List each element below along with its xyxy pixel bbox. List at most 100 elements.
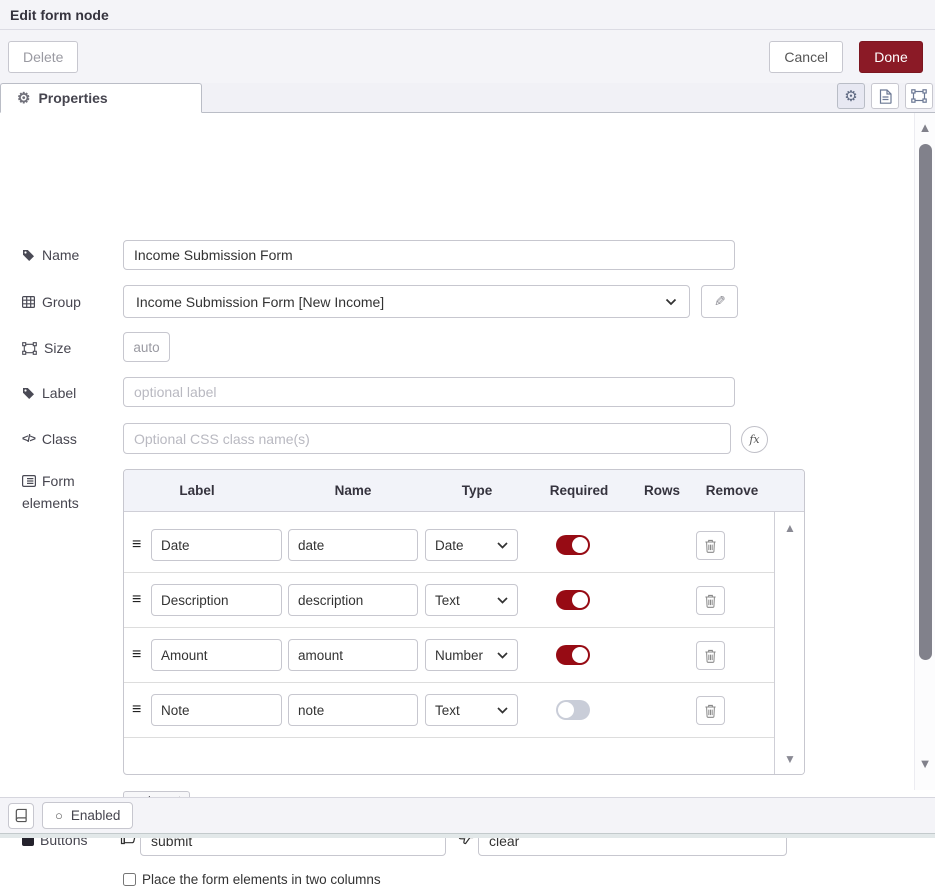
object-frame-icon	[911, 89, 927, 103]
form-elements-table: Label Name Type Required Rows Remove ≡ D…	[123, 469, 805, 775]
form-elements-body: ≡ Date	[124, 512, 804, 775]
cancel-button[interactable]: Cancel	[769, 41, 843, 73]
required-toggle[interactable]	[556, 590, 590, 610]
trash-icon	[704, 594, 717, 608]
properties-panel: Name Group Income Submission Form [New I…	[0, 113, 935, 790]
element-name-input[interactable]	[288, 639, 418, 671]
scroll-up-arrow[interactable]: ▲	[915, 121, 935, 134]
book-icon	[14, 808, 28, 823]
toggle-knob	[572, 592, 588, 608]
element-type-value: Text	[435, 703, 460, 718]
chevron-down-icon	[497, 652, 508, 659]
form-elements-field-label: Form elements	[22, 470, 94, 514]
delete-element-button[interactable]	[696, 586, 725, 615]
class-field-label: </> Class	[22, 431, 77, 447]
element-type-select[interactable]: Text	[425, 694, 518, 726]
col-header-remove: Remove	[706, 483, 759, 498]
status-circle-icon: ○	[55, 809, 63, 822]
drag-handle-icon[interactable]: ≡	[132, 592, 141, 608]
element-type-select[interactable]: Text	[425, 584, 518, 616]
form-elements-header: Label Name Type Required Rows Remove	[124, 470, 804, 512]
col-header-type: Type	[462, 483, 493, 498]
two-columns-checkbox[interactable]	[123, 873, 136, 886]
delete-element-button[interactable]	[696, 641, 725, 670]
footer-bar: ○ Enabled	[0, 797, 935, 834]
drag-handle-icon[interactable]: ≡	[132, 537, 141, 553]
name-field-label: Name	[22, 247, 79, 263]
trash-icon	[704, 539, 717, 553]
element-label-input[interactable]	[151, 529, 282, 561]
delete-button[interactable]: Delete	[8, 41, 78, 73]
delete-element-button[interactable]	[696, 696, 725, 725]
group-select-value: Income Submission Form [New Income]	[136, 294, 384, 310]
chevron-down-icon	[497, 707, 508, 714]
scroll-down-arrow[interactable]: ▼	[775, 753, 805, 765]
group-select[interactable]: Income Submission Form [New Income]	[123, 285, 690, 318]
group-label-text: Group	[42, 294, 81, 310]
element-label-input[interactable]	[151, 584, 282, 616]
col-header-required: Required	[550, 483, 609, 498]
element-name-input[interactable]	[288, 584, 418, 616]
form-element-row: ≡ Date	[124, 518, 776, 573]
node-help-button[interactable]	[8, 803, 34, 829]
pencil-icon: ✎	[714, 293, 726, 310]
size-button[interactable]: auto	[123, 332, 170, 362]
drag-handle-icon[interactable]: ≡	[132, 647, 141, 663]
name-label-text: Name	[42, 247, 79, 263]
tab-properties[interactable]: ⚙ Properties	[0, 83, 202, 113]
tag-icon	[22, 387, 35, 400]
element-type-value: Number	[435, 648, 483, 663]
drag-handle-icon[interactable]: ≡	[132, 702, 141, 718]
form-element-row: ≡ Text	[124, 573, 776, 628]
element-name-input[interactable]	[288, 694, 418, 726]
tab-icon-group: ⚙	[837, 83, 935, 112]
list-alt-icon	[22, 475, 36, 487]
col-header-label: Label	[179, 483, 214, 498]
tab-properties-label: Properties	[38, 90, 107, 106]
scroll-down-arrow[interactable]: ▼	[915, 757, 935, 770]
group-field-label: Group	[22, 294, 81, 310]
object-group-icon	[22, 342, 37, 355]
dialog-title: Edit form node	[10, 7, 109, 23]
table-scrollbar: ▲ ▼	[774, 512, 804, 775]
tag-icon	[22, 249, 35, 262]
code-icon: </>	[22, 431, 35, 447]
fx-badge[interactable]: fx	[741, 426, 768, 453]
dialog-header: Edit form node	[0, 0, 935, 30]
node-description-button[interactable]	[871, 83, 899, 109]
element-label-input[interactable]	[151, 694, 282, 726]
chevron-down-icon	[665, 298, 677, 306]
element-type-select[interactable]: Number	[425, 639, 518, 671]
required-toggle[interactable]	[556, 645, 590, 665]
gear-icon: ⚙	[844, 89, 857, 104]
toggle-knob	[572, 647, 588, 663]
form-element-row: ≡ Text	[124, 683, 776, 738]
label-field-label: Label	[22, 385, 76, 401]
gear-icon: ⚙	[17, 91, 30, 106]
class-input[interactable]	[123, 423, 731, 454]
done-button[interactable]: Done	[859, 41, 923, 73]
enabled-label: Enabled	[71, 808, 121, 823]
scrollbar-thumb[interactable]	[919, 144, 932, 660]
node-appearance-button[interactable]	[905, 83, 933, 109]
name-input[interactable]	[123, 240, 735, 270]
dialog-toolbar: Delete Cancel Done	[0, 30, 935, 83]
element-type-value: Date	[435, 538, 464, 553]
element-type-select[interactable]: Date	[425, 529, 518, 561]
node-enabled-toggle-button[interactable]: ○ Enabled	[42, 802, 133, 829]
panel-scrollbar: ▲ ▼	[914, 113, 935, 790]
required-toggle[interactable]	[556, 535, 590, 555]
delete-element-button[interactable]	[696, 531, 725, 560]
edit-group-button[interactable]: ✎	[701, 285, 738, 318]
dialog-bottom-edge	[0, 834, 935, 838]
node-properties-gear-button[interactable]: ⚙	[837, 83, 865, 109]
label-input[interactable]	[123, 377, 735, 407]
scroll-up-arrow[interactable]: ▲	[775, 522, 805, 534]
form-element-row: ≡ Number	[124, 628, 776, 683]
element-name-input[interactable]	[288, 529, 418, 561]
required-toggle[interactable]	[556, 700, 590, 720]
element-label-input[interactable]	[151, 639, 282, 671]
label-label-text: Label	[42, 385, 76, 401]
toggle-knob	[572, 537, 588, 553]
trash-icon	[704, 649, 717, 663]
